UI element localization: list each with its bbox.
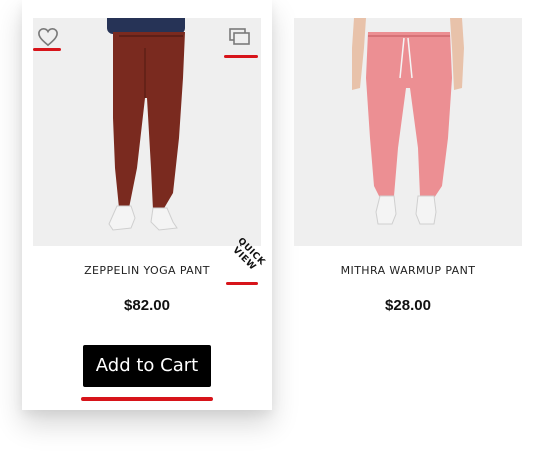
heart-icon[interactable] [37,27,59,47]
product-title[interactable]: MITHRA WARMUP PANT [288,264,528,277]
product-image-zeppelin[interactable] [33,18,261,246]
product-grid: ZEPPELIN YOGA PANT QUICK VIEW $82.00 Add… [0,0,537,463]
mithra-pants-illustration [352,18,464,225]
windows-icon[interactable] [229,28,251,46]
product-price: $28.00 [385,297,431,314]
highlight-underline-quick-view [226,282,258,285]
product-image-mithra[interactable] [294,18,522,246]
highlight-underline-windows [224,55,258,58]
highlight-underline-heart [33,48,61,51]
zeppelin-pants-illustration [108,32,185,231]
product-price: $82.00 [124,297,170,314]
add-to-cart-button[interactable]: Add to Cart [83,345,211,387]
highlight-underline-add-to-cart [81,397,213,401]
